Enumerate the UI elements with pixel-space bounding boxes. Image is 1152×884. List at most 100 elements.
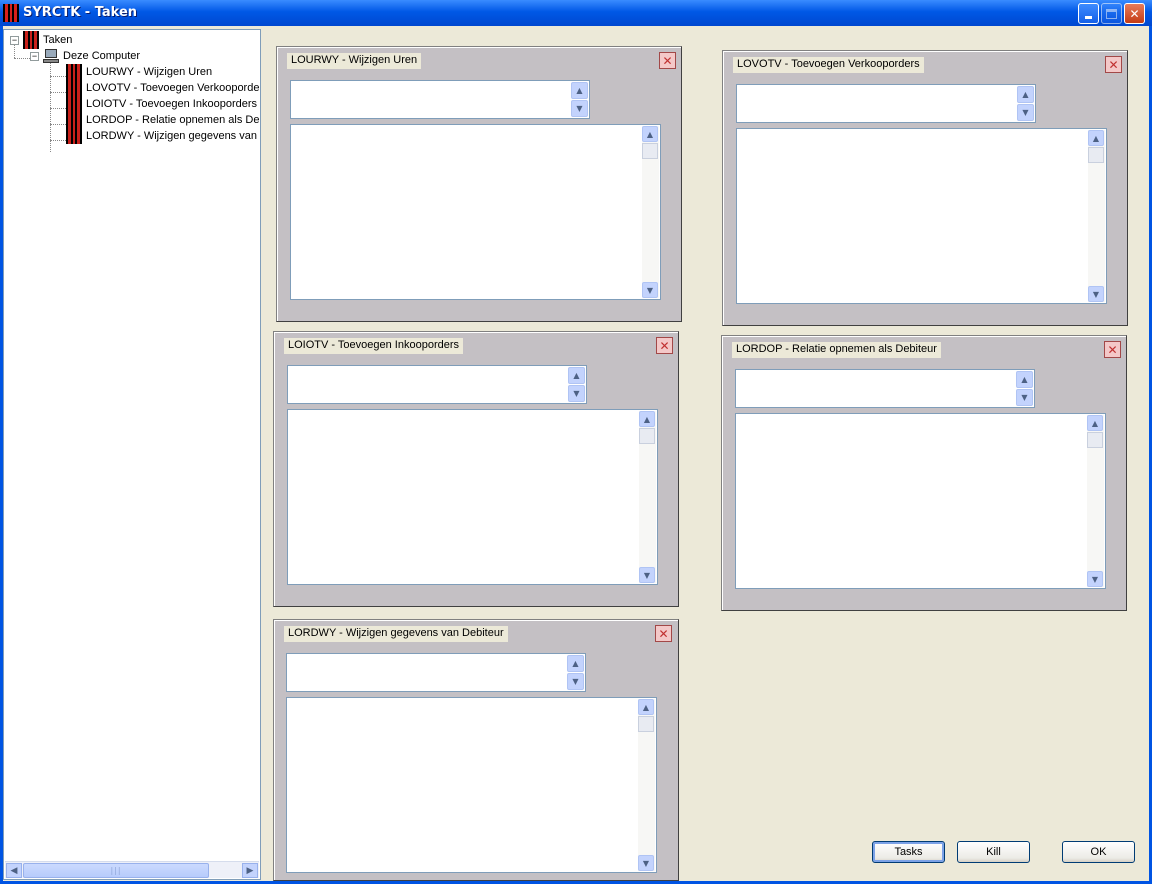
panel-close-button[interactable]: ✕ — [656, 337, 673, 354]
scroll-down-button[interactable]: ▼ — [642, 282, 658, 298]
scroll-thumb[interactable] — [1088, 147, 1104, 163]
tree-item-label: LOIOTV - Toevoegen Inkooporders — [86, 98, 258, 110]
panel-title: LORDWY - Wijzigen gegevens van Debiteur — [284, 626, 508, 642]
arrow-down-icon: ▼ — [1022, 108, 1029, 117]
scroll-thumb[interactable] — [638, 716, 654, 732]
task-panel-lordop: LORDOP - Relatie opnemen als Debiteur ✕ … — [721, 335, 1127, 611]
computer-icon — [43, 49, 59, 63]
scroll-thumb[interactable] — [642, 143, 658, 159]
arrow-up-icon: ▲ — [573, 371, 580, 380]
spin-up-button[interactable]: ▲ — [568, 367, 585, 384]
panel-title: LOURWY - Wijzigen Uren — [287, 53, 422, 69]
task-panel-lourwy: LOURWY - Wijzigen Uren ✕ ▲ ▼ ▲ ▼ — [276, 46, 682, 322]
app-icon — [3, 4, 19, 22]
title-bar[interactable]: SYRCTK - Taken ✕ — [0, 0, 1152, 26]
task-output-memo[interactable]: ▲ ▼ — [290, 124, 661, 300]
task-icon — [66, 96, 82, 112]
spin-buttons: ▲ ▼ — [568, 367, 585, 402]
task-output-memo[interactable]: ▲ ▼ — [735, 413, 1106, 589]
spin-down-button[interactable]: ▼ — [1016, 389, 1033, 406]
arrow-down-icon: ▼ — [643, 570, 651, 580]
task-output-memo[interactable]: ▲ ▼ — [286, 697, 657, 873]
task-panel-loiotv: LOIOTV - Toevoegen Inkooporders ✕ ▲ ▼ ▲ … — [273, 331, 679, 607]
scroll-up-button[interactable]: ▲ — [639, 411, 655, 427]
scroll-up-button[interactable]: ▲ — [1087, 415, 1103, 431]
scroll-right-button[interactable]: ▶ — [242, 863, 258, 878]
tree-item-label: LORDOP - Relatie opnemen als Deb — [86, 114, 261, 126]
tasks-button[interactable]: Tasks — [872, 841, 945, 863]
panel-close-button[interactable]: ✕ — [659, 52, 676, 69]
arrow-down-icon: ▼ — [642, 858, 650, 868]
memo-vertical-scrollbar[interactable]: ▲ ▼ — [638, 699, 655, 871]
panel-close-button[interactable]: ✕ — [1105, 56, 1122, 73]
spin-down-button[interactable]: ▼ — [567, 673, 584, 690]
arrow-up-icon: ▲ — [576, 86, 583, 95]
scroll-up-button[interactable]: ▲ — [642, 126, 658, 142]
collapse-toggle[interactable]: − — [30, 51, 39, 61]
maximize-button[interactable] — [1101, 3, 1122, 24]
task-output-memo[interactable]: ▲ ▼ — [736, 128, 1107, 304]
tree-node-deze-computer[interactable]: − Deze Computer — [30, 48, 140, 64]
close-icon: ✕ — [1107, 342, 1118, 357]
scroll-down-button[interactable]: ▼ — [639, 567, 655, 583]
spin-up-button[interactable]: ▲ — [567, 655, 584, 672]
tree-item-label: LOURWY - Wijzigen Uren — [86, 66, 213, 78]
memo-vertical-scrollbar[interactable]: ▲ ▼ — [639, 411, 656, 583]
scroll-down-button[interactable]: ▼ — [1088, 286, 1104, 302]
task-input-field[interactable]: ▲ ▼ — [287, 365, 587, 404]
maximize-icon — [1106, 8, 1117, 19]
panel-close-button[interactable]: ✕ — [1104, 341, 1121, 358]
memo-vertical-scrollbar[interactable]: ▲ ▼ — [1088, 130, 1105, 302]
spin-down-button[interactable]: ▼ — [1017, 104, 1034, 121]
memo-vertical-scrollbar[interactable]: ▲ ▼ — [642, 126, 659, 298]
scroll-up-button[interactable]: ▲ — [638, 699, 654, 715]
arrow-up-icon: ▲ — [646, 129, 654, 139]
tree-item-lovotv[interactable]: LOVOTV - Toevoegen Verkooporde — [66, 80, 259, 96]
task-input-field[interactable]: ▲ ▼ — [286, 653, 586, 692]
spin-up-button[interactable]: ▲ — [571, 82, 588, 99]
arrow-down-icon: ▼ — [1092, 289, 1100, 299]
task-tree[interactable]: − Taken − Deze Computer LOURWY - Wijzige… — [3, 29, 261, 880]
spin-up-button[interactable]: ▲ — [1017, 86, 1034, 103]
scroll-up-button[interactable]: ▲ — [1088, 130, 1104, 146]
minimize-button[interactable] — [1078, 3, 1099, 24]
scroll-down-button[interactable]: ▼ — [638, 855, 654, 871]
memo-vertical-scrollbar[interactable]: ▲ ▼ — [1087, 415, 1104, 587]
ok-button[interactable]: OK — [1062, 841, 1135, 863]
task-input-field[interactable]: ▲ ▼ — [290, 80, 590, 119]
scroll-thumb[interactable]: ||| — [23, 863, 209, 878]
close-button[interactable]: ✕ — [1124, 3, 1145, 24]
arrow-down-icon: ▼ — [1021, 393, 1028, 402]
kill-button[interactable]: Kill — [957, 841, 1030, 863]
spin-down-button[interactable]: ▼ — [568, 385, 585, 402]
scroll-left-button[interactable]: ◀ — [6, 863, 22, 878]
scroll-down-button[interactable]: ▼ — [1087, 571, 1103, 587]
scroll-thumb[interactable] — [1087, 432, 1103, 448]
task-icon — [66, 64, 82, 80]
tree-item-loiotv[interactable]: LOIOTV - Toevoegen Inkooporders — [66, 96, 257, 112]
spin-down-button[interactable]: ▼ — [571, 100, 588, 117]
close-icon: ✕ — [1108, 57, 1119, 72]
task-output-memo[interactable]: ▲ ▼ — [287, 409, 658, 585]
collapse-toggle[interactable]: − — [10, 35, 19, 45]
tree-item-lourwy[interactable]: LOURWY - Wijzigen Uren — [66, 64, 212, 80]
tree-item-lordwy[interactable]: LORDWY - Wijzigen gegevens van — [66, 128, 257, 144]
tree-node-label: Taken — [43, 34, 73, 46]
scroll-thumb[interactable] — [639, 428, 655, 444]
spin-up-button[interactable]: ▲ — [1016, 371, 1033, 388]
arrow-up-icon: ▲ — [1091, 418, 1099, 428]
spin-buttons: ▲ ▼ — [567, 655, 584, 690]
arrow-down-icon: ▼ — [573, 389, 580, 398]
spin-buttons: ▲ ▼ — [1016, 371, 1033, 406]
tree-horizontal-scrollbar[interactable]: ◀ ||| ▶ — [5, 861, 259, 878]
tree-item-label: LOVOTV - Toevoegen Verkooporde — [86, 82, 260, 94]
task-icon — [66, 128, 82, 144]
task-input-field[interactable]: ▲ ▼ — [735, 369, 1035, 408]
close-icon: ✕ — [1129, 6, 1140, 21]
panel-close-button[interactable]: ✕ — [655, 625, 672, 642]
task-input-field[interactable]: ▲ ▼ — [736, 84, 1036, 123]
panel-title: LOVOTV - Toevoegen Verkooporders — [733, 57, 924, 73]
arrow-up-icon: ▲ — [572, 659, 579, 668]
tree-node-taken[interactable]: − Taken — [10, 31, 73, 49]
tree-item-lordop[interactable]: LORDOP - Relatie opnemen als Deb — [66, 112, 261, 128]
